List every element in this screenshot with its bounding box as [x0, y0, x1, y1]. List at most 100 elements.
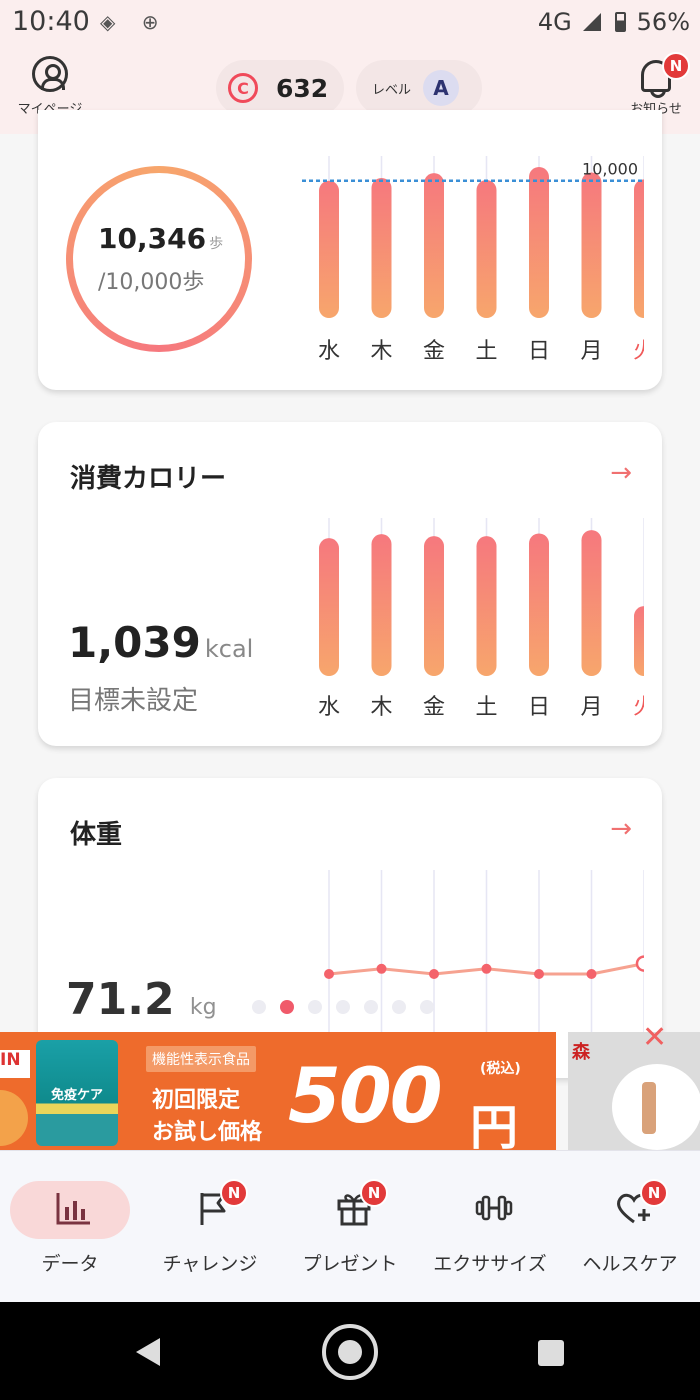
ad-orange-graphic	[0, 1090, 28, 1146]
clock: 10:40	[12, 6, 90, 37]
nav-item-present[interactable]: N プレゼント	[280, 1151, 420, 1303]
calorie-bar-chart: 水木金土日月火	[318, 518, 644, 720]
nav-item-healthcare[interactable]: N ヘルスケア	[560, 1151, 700, 1303]
calorie-title: 消費カロリー	[70, 464, 227, 494]
chart-bar	[476, 536, 497, 676]
weight-point	[586, 969, 597, 979]
carousel-dot[interactable]	[336, 1000, 350, 1014]
level-badge: A	[423, 70, 460, 106]
signal-icon	[583, 13, 602, 31]
chart-day-label: 土	[475, 695, 497, 720]
chart-bar	[581, 530, 602, 676]
mypage-button[interactable]: マイページ	[8, 56, 92, 117]
chart-day-label: 木	[370, 695, 392, 720]
weight-point	[534, 969, 544, 979]
weight-arrow-icon[interactable]: →	[610, 814, 632, 844]
home-icon[interactable]	[322, 1324, 378, 1380]
chart-day-label: 火	[633, 695, 644, 720]
bar-chart-icon	[56, 1193, 90, 1225]
calorie-value: 1,039 kcal	[68, 618, 254, 667]
chart-bar	[529, 533, 549, 676]
coin-balance[interactable]: C 632	[216, 60, 344, 116]
carousel-dot[interactable]	[420, 1000, 434, 1014]
ad-brand-logo: IN	[0, 1050, 30, 1078]
weight-point	[481, 963, 492, 974]
bottom-navigation: データ N チャレンジ N プレゼント エクササイズ N ヘルスケア	[0, 1150, 700, 1302]
dumbbell-icon	[475, 1195, 513, 1221]
calorie-unit: kcal	[204, 635, 254, 663]
steps-goal: /10,000歩	[98, 270, 205, 295]
person-icon	[32, 56, 68, 92]
back-icon[interactable]	[136, 1338, 160, 1366]
nav-label-healthcare: ヘルスケア	[582, 1253, 678, 1275]
ad-close-icon[interactable]: ✕	[642, 1020, 667, 1055]
battery-level: 56%	[636, 8, 690, 36]
weight-point	[635, 955, 644, 972]
chart-day-label: 月	[580, 339, 602, 364]
ad-line1: 初回限定	[152, 1088, 241, 1113]
chart-bar	[371, 177, 392, 318]
carousel-dot[interactable]	[392, 1000, 406, 1014]
status-indicators: 4G 56%	[538, 8, 690, 36]
carousel-dots[interactable]	[252, 1000, 434, 1014]
nav-item-exercise[interactable]: エクササイズ	[420, 1151, 560, 1303]
status-bar: 10:40 ◈ ⊕ 4G 56%	[0, 0, 700, 48]
chart-bar	[529, 166, 549, 318]
chart-bar	[424, 173, 444, 318]
battery-icon	[615, 12, 627, 32]
carousel-dot[interactable]	[280, 1000, 294, 1014]
chart-day-label: 火	[633, 339, 644, 364]
coin-count: 632	[276, 73, 329, 103]
ad-banner[interactable]: IN 免疫ケア 機能性表示食品 初回限定 お試し価格 500 円 (税込)	[0, 1032, 556, 1150]
nav-item-challenge[interactable]: N チャレンジ	[140, 1151, 280, 1303]
chart-day-label: 水	[318, 339, 340, 364]
network-type: 4G	[537, 8, 572, 36]
chart-day-label: 金	[423, 339, 445, 364]
calorie-goal-status: 目標未設定	[68, 686, 199, 716]
ad-price: 500	[288, 1051, 443, 1140]
system-navigation-bar	[0, 1302, 700, 1400]
chart-bar	[581, 172, 602, 318]
carousel-dot[interactable]	[308, 1000, 322, 1014]
coin-icon: C	[228, 73, 258, 103]
carousel-dot[interactable]	[364, 1000, 378, 1014]
nav-label-data: データ	[41, 1253, 99, 1275]
status-notification-icons: ◈ ⊕	[100, 10, 169, 34]
steps-card[interactable]: 10,346歩 /10,000歩 10,000 水 木 金 土 日 月 火	[38, 110, 662, 390]
chart-bar	[319, 180, 339, 318]
ad2-logo: 森	[572, 1042, 590, 1063]
steps-bar-chart: 10,000 水 木 金 土 日 月 火	[302, 156, 644, 364]
carousel-dot[interactable]	[252, 1000, 266, 1014]
chart-bar	[319, 538, 339, 676]
ad-tag: 機能性表示食品	[146, 1046, 256, 1072]
chart-day-label: 日	[528, 339, 550, 364]
steps-progress-ring: 10,346 歩 /10,000歩	[66, 166, 252, 352]
level-indicator[interactable]: レベル A	[356, 60, 482, 116]
nav-label-challenge: チャレンジ	[162, 1253, 258, 1275]
ad-product-image: 免疫ケア	[36, 1040, 118, 1146]
weight-point	[324, 969, 334, 979]
chart-day-label: 木	[370, 339, 392, 364]
ad-banner-secondary[interactable]: 森	[568, 1032, 700, 1150]
chart-bar	[476, 180, 497, 318]
weight-point	[429, 969, 439, 979]
healthcare-badge: N	[640, 1179, 668, 1207]
calorie-card[interactable]: 消費カロリー → 1,039kcal 目標未設定 水木金土日月火	[38, 422, 662, 746]
chart-bar	[371, 534, 392, 676]
ad-tax-note: (税込)	[480, 1061, 521, 1077]
goal-line-label: 10,000	[582, 160, 638, 179]
challenge-badge: N	[220, 1179, 248, 1207]
ad-currency: 円	[470, 1100, 519, 1150]
steps-unit: 歩	[209, 236, 224, 252]
notification-badge: N	[662, 52, 690, 80]
notifications-button[interactable]: N お知らせ	[620, 52, 692, 117]
weight-unit: kg	[189, 995, 217, 1020]
recent-apps-icon[interactable]	[538, 1340, 564, 1366]
nav-label-present: プレゼント	[302, 1253, 398, 1275]
ad-line2: お試し価格	[152, 1120, 263, 1145]
chart-bar	[634, 606, 644, 676]
chart-day-label: 金	[423, 695, 445, 720]
chart-day-label: 水	[318, 695, 340, 720]
weight-value: 71.2 kg	[66, 974, 217, 1025]
nav-item-data[interactable]: データ	[0, 1151, 140, 1303]
